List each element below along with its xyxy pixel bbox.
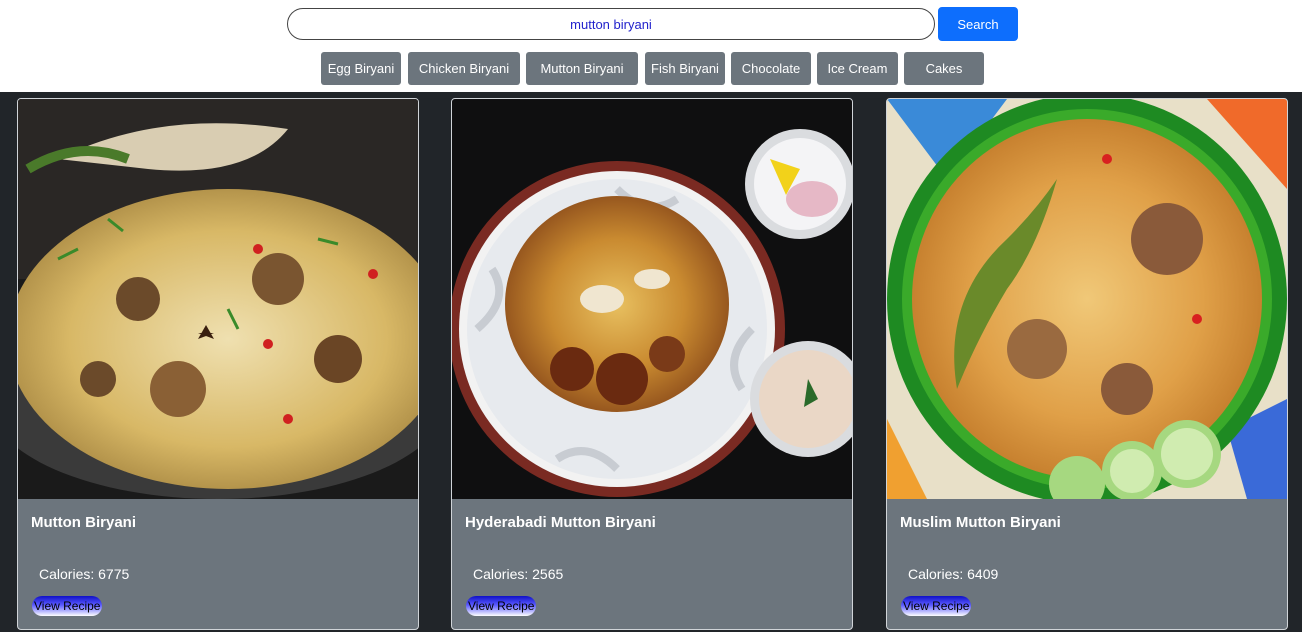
view-recipe-button[interactable]: View Recipe [32,596,103,616]
recipe-image [18,99,418,499]
search-input[interactable] [287,8,935,40]
category-button-cakes[interactable]: Cakes [904,52,984,85]
recipe-image [887,99,1287,499]
recipe-grid: Mutton Biryani Calories: 6775 View Recip… [0,92,1302,632]
recipe-calories: Calories: 6409 [908,566,999,582]
recipe-card: Hyderabadi Mutton Biryani Calories: 2565… [451,98,853,630]
view-recipe-button[interactable]: View Recipe [466,596,537,616]
category-button-fish-biryani[interactable]: Fish Biryani [645,52,725,85]
recipe-card: Muslim Mutton Biryani Calories: 6409 Vie… [886,98,1288,630]
view-recipe-button[interactable]: View Recipe [901,596,972,616]
category-button-chocolate[interactable]: Chocolate [731,52,811,85]
recipe-title: Hyderabadi Mutton Biryani [465,514,656,531]
recipe-title: Muslim Mutton Biryani [900,514,1061,531]
recipe-image [452,99,852,499]
category-button-ice-cream[interactable]: Ice Cream [817,52,898,85]
header: Search Egg Biryani Chicken Biryani Mutto… [0,0,1302,92]
category-button-chicken-biryani[interactable]: Chicken Biryani [408,52,520,85]
recipe-title: Mutton Biryani [31,514,136,531]
search-button[interactable]: Search [938,7,1018,41]
recipe-card: Mutton Biryani Calories: 6775 View Recip… [17,98,419,630]
recipe-calories: Calories: 6775 [39,566,130,582]
category-button-mutton-biryani[interactable]: Mutton Biryani [526,52,638,85]
category-button-egg-biryani[interactable]: Egg Biryani [321,52,401,85]
recipe-calories: Calories: 2565 [473,566,564,582]
